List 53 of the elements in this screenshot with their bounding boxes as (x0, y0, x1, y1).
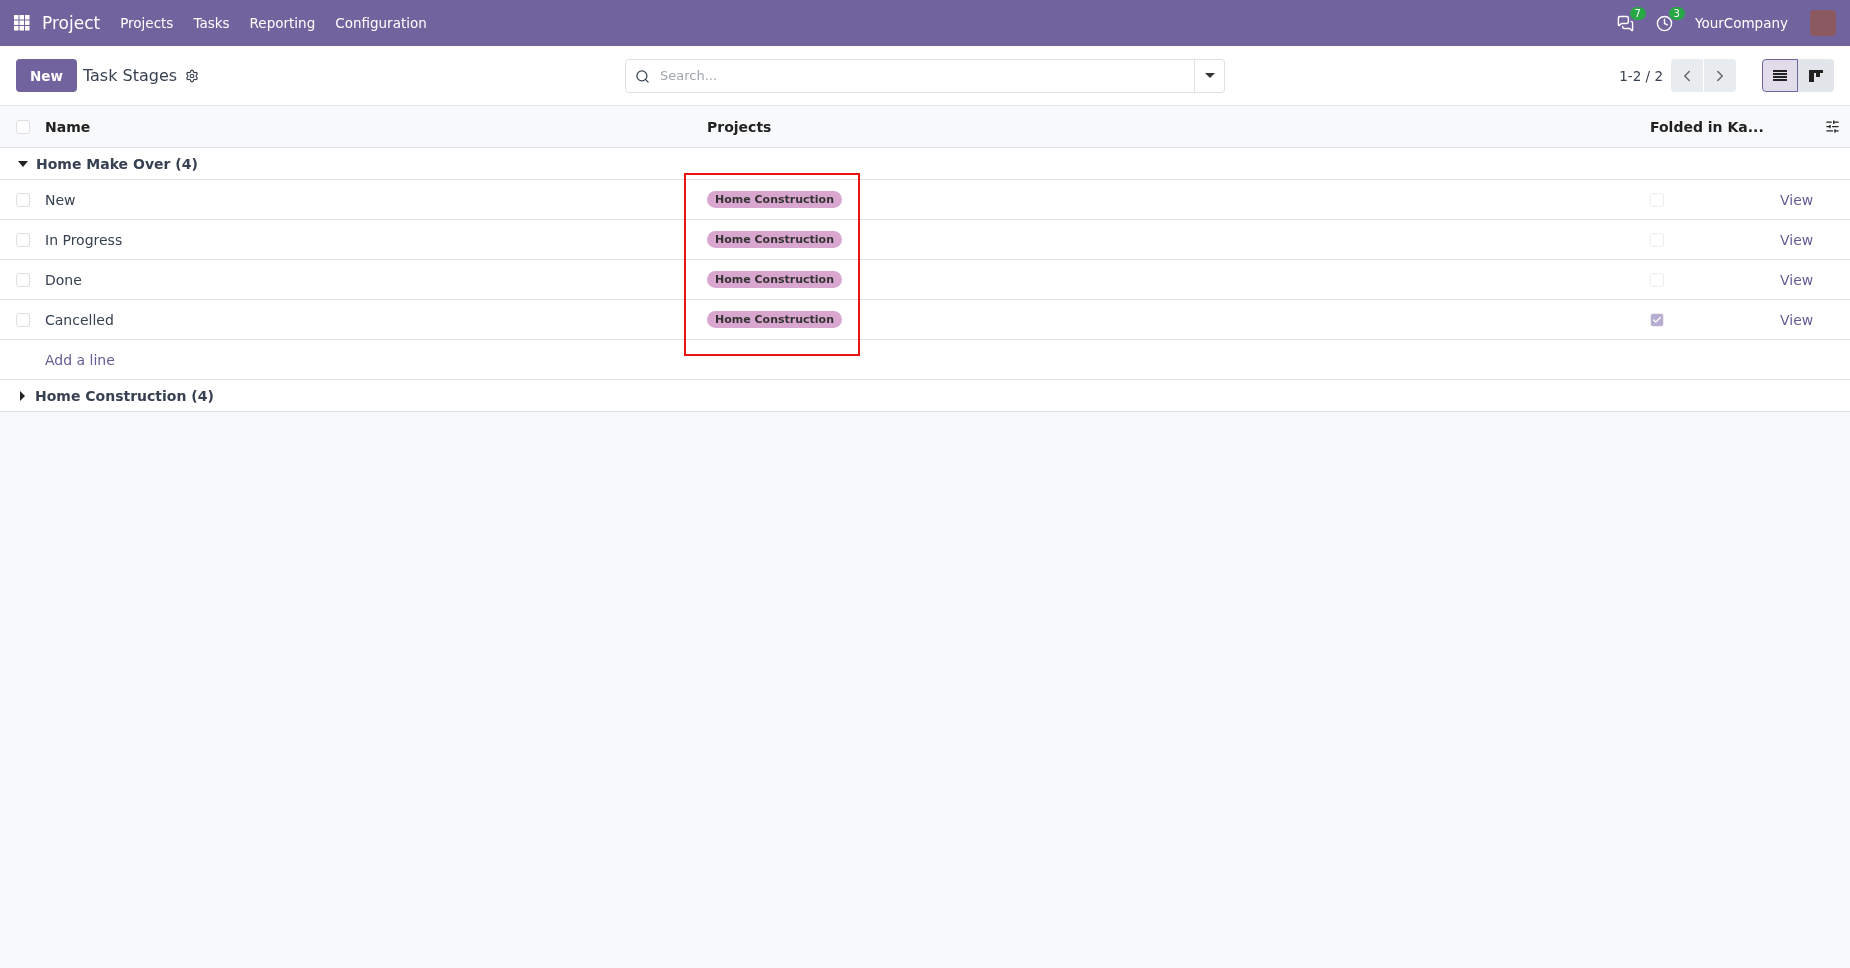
menu-item[interactable]: Configuration (335, 15, 427, 31)
search-field[interactable]: Search... (625, 58, 1195, 93)
new-button[interactable]: New (16, 59, 77, 92)
page-title: Task Stages (82, 66, 178, 85)
column-header[interactable]: Folded in Ka... (1650, 118, 1770, 135)
menu-item[interactable]: Tasks (193, 15, 230, 31)
row-checkbox[interactable] (15, 272, 30, 287)
previous-button[interactable] (1671, 59, 1703, 92)
add-line-link[interactable]: Add a line (45, 351, 707, 368)
message-count: 7 (1629, 6, 1646, 20)
stage-name[interactable]: Cancelled (45, 311, 707, 328)
apps-grid-icon[interactable] (14, 15, 30, 31)
search-icon (635, 68, 650, 84)
pager-value[interactable]: 1-2 / 2 (1619, 67, 1663, 84)
view-link[interactable]: View (1770, 191, 1850, 208)
project-tag: Home Construction (707, 311, 842, 328)
row-checkbox[interactable] (15, 312, 30, 327)
app-name[interactable]: Project (42, 13, 101, 33)
group-row[interactable]: Home Construction (4) (0, 380, 1850, 412)
group-label: Home Make Over (4) (36, 155, 198, 172)
list-icon (1773, 69, 1787, 82)
group-label: Home Construction (4) (35, 387, 214, 404)
stage-name[interactable]: New (45, 191, 707, 208)
menu-item[interactable]: Reporting (249, 15, 316, 31)
column-header[interactable]: Name (45, 118, 707, 135)
project-tag: Home Construction (707, 271, 842, 288)
kanban-view-button[interactable] (1798, 59, 1834, 92)
select-all-checkbox[interactable] (15, 119, 30, 134)
column-header[interactable]: Projects (707, 118, 1650, 135)
view-link[interactable]: View (1770, 271, 1850, 288)
column-settings-icon[interactable] (1825, 119, 1840, 134)
group-row[interactable]: Home Make Over (4) (0, 148, 1850, 180)
view-link[interactable]: View (1770, 231, 1850, 248)
clock-icon[interactable] (1655, 14, 1673, 32)
project-tag: Home Construction (707, 191, 842, 208)
menu-item[interactable]: Projects (120, 15, 174, 31)
next-button[interactable] (1704, 59, 1736, 92)
settings-icon[interactable] (185, 68, 200, 83)
company-name[interactable]: YourCompany (1694, 15, 1788, 31)
project-tag: Home Construction (707, 231, 842, 248)
view-link[interactable]: View (1770, 311, 1850, 328)
chat-icon[interactable] (1616, 14, 1634, 32)
activity-count: 3 (1668, 6, 1685, 20)
stage-name[interactable]: Done (45, 271, 707, 288)
folded-checkbox[interactable] (1650, 312, 1664, 327)
list-view-button[interactable] (1762, 59, 1798, 92)
user-avatar[interactable] (1810, 10, 1836, 36)
search-dropdown-toggle[interactable] (1195, 58, 1225, 93)
row-checkbox[interactable] (15, 232, 30, 247)
check-icon (1652, 314, 1662, 325)
row-checkbox[interactable] (15, 192, 30, 207)
stage-name[interactable]: In Progress (45, 231, 707, 248)
kanban-icon (1809, 69, 1823, 82)
